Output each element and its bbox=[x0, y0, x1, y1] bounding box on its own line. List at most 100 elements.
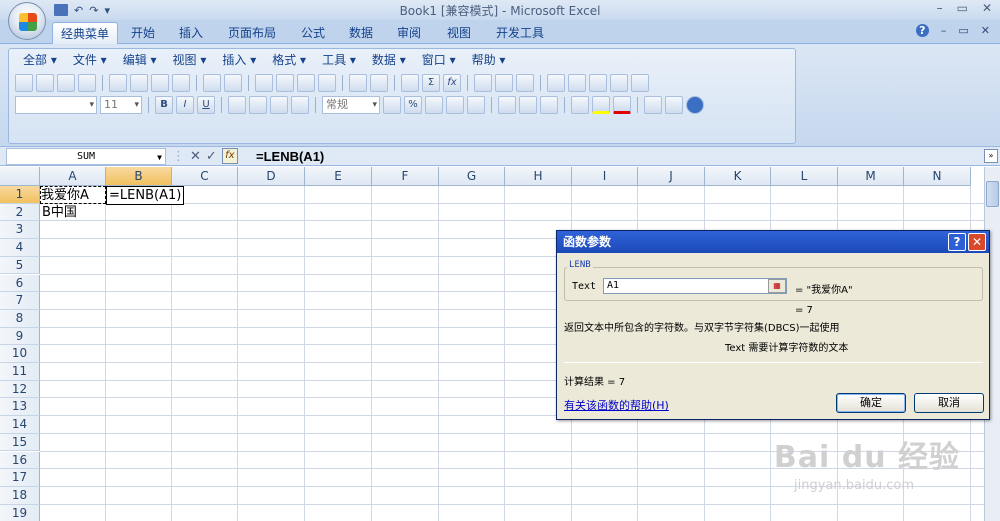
menu-all[interactable]: 全部 ▾ bbox=[15, 51, 65, 69]
insert-function-icon[interactable]: fx bbox=[443, 74, 461, 92]
font-color-icon[interactable] bbox=[613, 96, 631, 114]
row-header[interactable]: 1 bbox=[0, 186, 40, 204]
sort-descending-icon[interactable] bbox=[495, 74, 513, 92]
font-name-select[interactable] bbox=[15, 96, 97, 114]
scrollbar-thumb[interactable] bbox=[986, 181, 999, 207]
menu-edit[interactable]: 编辑 ▾ bbox=[115, 51, 165, 69]
column-header[interactable]: A bbox=[40, 167, 106, 186]
menu-help[interactable]: 帮助 ▾ bbox=[464, 51, 514, 69]
minimize-button[interactable]: – bbox=[937, 1, 943, 15]
row-header[interactable]: 17 bbox=[0, 469, 40, 487]
function-help-link[interactable]: 有关该函数的帮助(H) bbox=[564, 397, 669, 413]
collapse-dialog-icon[interactable]: ▦ bbox=[768, 279, 786, 293]
wrap-text-icon[interactable] bbox=[540, 96, 558, 114]
percent-button[interactable]: % bbox=[404, 96, 422, 114]
expand-formula-bar-icon[interactable]: » bbox=[984, 149, 998, 163]
name-box[interactable]: SUM bbox=[6, 148, 166, 165]
office-button[interactable] bbox=[8, 2, 46, 40]
increase-decimal-icon[interactable] bbox=[446, 96, 464, 114]
spelling-icon[interactable] bbox=[203, 74, 221, 92]
row-header[interactable]: 12 bbox=[0, 380, 40, 399]
row-header[interactable]: 16 bbox=[0, 451, 40, 470]
cut-icon[interactable] bbox=[255, 74, 273, 92]
zoom-icon[interactable] bbox=[610, 74, 628, 92]
menu-file[interactable]: 文件 ▾ bbox=[65, 51, 115, 69]
align-right-icon[interactable] bbox=[270, 96, 288, 114]
open-icon[interactable] bbox=[36, 74, 54, 92]
select-all-corner[interactable] bbox=[0, 167, 40, 186]
dialog-close-button[interactable]: ✕ bbox=[968, 233, 986, 251]
column-header[interactable]: F bbox=[372, 167, 439, 186]
column-header[interactable]: C bbox=[172, 167, 238, 186]
row-header[interactable]: 11 bbox=[0, 363, 40, 381]
workbook-close-button[interactable]: ✕ bbox=[981, 24, 990, 37]
format-painter-icon[interactable] bbox=[318, 74, 336, 92]
close-button[interactable]: ✕ bbox=[982, 1, 992, 15]
column-header[interactable]: K bbox=[705, 167, 771, 186]
tab-home[interactable]: 开始 bbox=[124, 22, 162, 44]
tab-classic-menu[interactable]: 经典菜单 bbox=[52, 22, 118, 44]
fill-color-icon[interactable] bbox=[592, 96, 610, 114]
autosum-icon[interactable]: Σ bbox=[422, 74, 440, 92]
font-size-select[interactable]: 11 bbox=[100, 96, 142, 114]
dialog-help-button[interactable]: ? bbox=[948, 233, 966, 251]
row-header[interactable]: 6 bbox=[0, 274, 40, 293]
column-header[interactable]: E bbox=[305, 167, 372, 186]
column-header[interactable]: I bbox=[572, 167, 638, 186]
row-header[interactable]: 14 bbox=[0, 416, 40, 434]
tab-developer[interactable]: 开发工具 bbox=[490, 22, 550, 44]
tab-page-layout[interactable]: 页面布局 bbox=[222, 22, 282, 44]
insert-function-button[interactable]: fx bbox=[221, 148, 238, 164]
ok-button[interactable]: 确定 bbox=[836, 393, 906, 413]
menu-tools[interactable]: 工具 ▾ bbox=[314, 51, 364, 69]
cell-a1[interactable]: 我爱你A bbox=[40, 186, 106, 204]
formula-input[interactable]: =LENB(A1) bbox=[256, 148, 324, 165]
underline-button[interactable]: U bbox=[197, 96, 215, 114]
menu-view[interactable]: 视图 ▾ bbox=[165, 51, 215, 69]
comma-style-icon[interactable] bbox=[425, 96, 443, 114]
row-header[interactable]: 2 bbox=[0, 203, 40, 222]
column-header[interactable]: B bbox=[106, 167, 172, 186]
menu-format[interactable]: 格式 ▾ bbox=[264, 51, 314, 69]
paste-icon[interactable] bbox=[297, 74, 315, 92]
print-icon[interactable] bbox=[130, 74, 148, 92]
align-left-icon[interactable] bbox=[228, 96, 246, 114]
column-header[interactable]: D bbox=[238, 167, 305, 186]
workbook-restore-button[interactable]: ▭ bbox=[958, 24, 968, 37]
tab-formulas[interactable]: 公式 bbox=[294, 22, 332, 44]
tab-data[interactable]: 数据 bbox=[342, 22, 380, 44]
save-icon[interactable] bbox=[57, 74, 75, 92]
cell-b1[interactable]: =LENB(A1) bbox=[106, 186, 185, 205]
column-header[interactable]: L bbox=[771, 167, 838, 186]
menu-insert[interactable]: 插入 ▾ bbox=[214, 51, 264, 69]
decrease-decimal-icon[interactable] bbox=[467, 96, 485, 114]
cancel-icon[interactable]: ✕ bbox=[190, 149, 201, 164]
cell-a2[interactable]: B中国 bbox=[42, 204, 77, 221]
print-preview-icon[interactable] bbox=[151, 74, 169, 92]
chart-icon[interactable] bbox=[547, 74, 565, 92]
filter-icon[interactable] bbox=[516, 74, 534, 92]
format-cells-icon[interactable] bbox=[644, 96, 662, 114]
row-header[interactable]: 7 bbox=[0, 292, 40, 310]
currency-icon[interactable] bbox=[383, 96, 401, 114]
find-icon[interactable] bbox=[224, 74, 242, 92]
column-header[interactable]: N bbox=[904, 167, 971, 186]
research-icon[interactable] bbox=[172, 74, 190, 92]
row-header[interactable]: 3 bbox=[0, 221, 40, 240]
help-icon[interactable]: ? bbox=[915, 24, 929, 37]
row-header[interactable]: 19 bbox=[0, 504, 40, 521]
copy-icon[interactable] bbox=[276, 74, 294, 92]
tab-review[interactable]: 审阅 bbox=[390, 22, 428, 44]
italic-button[interactable]: I bbox=[176, 96, 194, 114]
row-header[interactable]: 9 bbox=[0, 327, 40, 346]
number-format-select[interactable]: 常规 bbox=[322, 96, 380, 114]
redo-icon[interactable] bbox=[370, 74, 388, 92]
cancel-button[interactable]: 取消 bbox=[914, 393, 984, 413]
table-icon[interactable] bbox=[589, 74, 607, 92]
hyperlink-icon[interactable] bbox=[401, 74, 419, 92]
menu-window[interactable]: 窗口 ▾ bbox=[414, 51, 464, 69]
permission-icon[interactable] bbox=[78, 74, 96, 92]
row-header[interactable]: 5 bbox=[0, 256, 40, 275]
more-icon[interactable] bbox=[631, 74, 649, 92]
decrease-indent-icon[interactable] bbox=[498, 96, 516, 114]
